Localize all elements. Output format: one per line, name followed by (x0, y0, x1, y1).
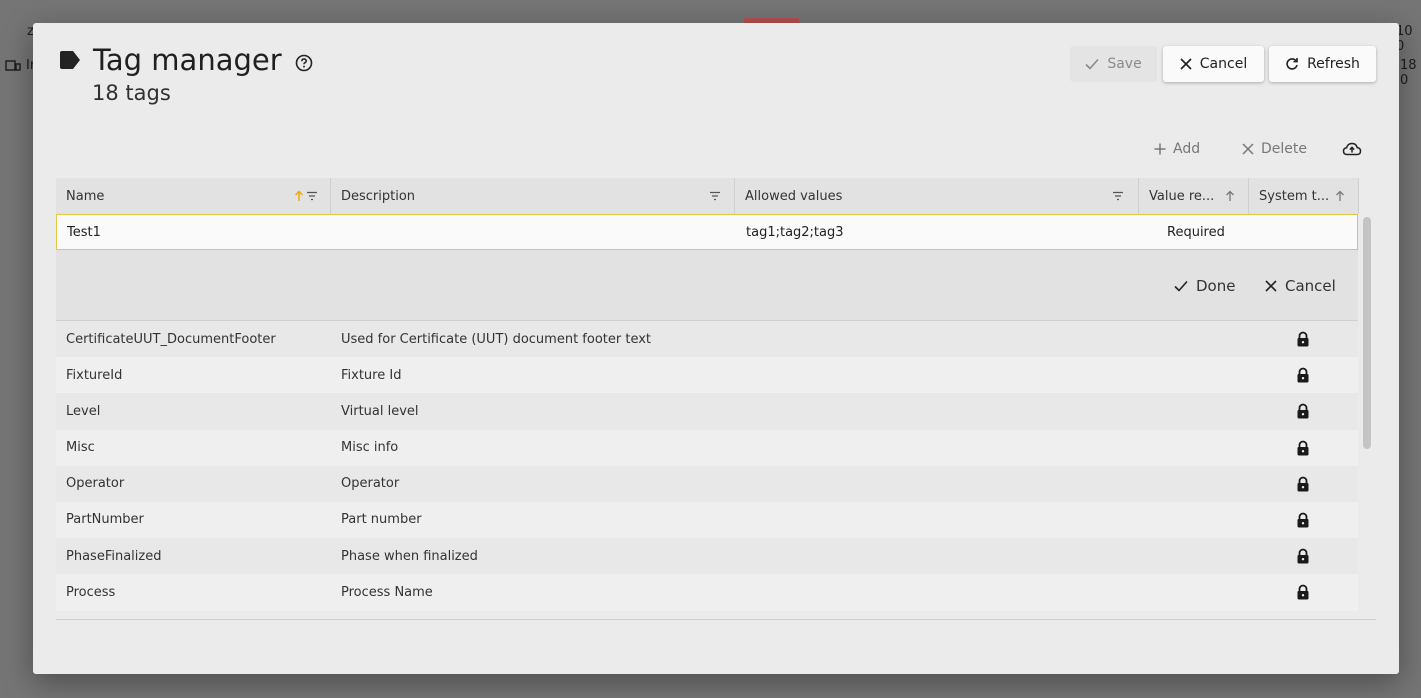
lock-icon (1297, 440, 1309, 456)
add-button-label: Add (1173, 141, 1201, 157)
tag-name: Process (66, 584, 116, 600)
column-header-value-required[interactable]: Value re... (1139, 178, 1249, 214)
tag-manager-dialog: Tag manager 18 tags Save Cancel Refresh … (33, 23, 1399, 674)
grid-header: Name Description Allowed values Value re… (56, 178, 1359, 215)
save-button[interactable]: Save (1070, 46, 1157, 82)
filter-icon[interactable] (1112, 190, 1124, 202)
refresh-button[interactable]: Refresh (1269, 46, 1376, 82)
column-header-name[interactable]: Name (56, 178, 331, 214)
lock-icon (1297, 476, 1309, 492)
lock-icon (1297, 367, 1309, 383)
save-button-label: Save (1107, 56, 1142, 72)
table-row[interactable]: Misc Misc info (56, 429, 1358, 466)
edit-actions: Done Cancel (56, 250, 1358, 321)
close-icon (1180, 58, 1192, 70)
table-row[interactable]: PartNumber Part number (56, 501, 1358, 539)
tag-description: Process Name (341, 584, 433, 600)
tag-name: Operator (66, 476, 125, 492)
dialog-title: Tag manager (93, 43, 282, 77)
filter-icon[interactable] (306, 190, 318, 202)
edit-name-field[interactable]: Test1 (67, 215, 101, 249)
tag-description: Phase when finalized (341, 548, 478, 564)
column-header-allowed-values[interactable]: Allowed values (735, 178, 1139, 214)
cancel-button[interactable]: Cancel (1163, 46, 1264, 82)
filter-icon[interactable] (709, 190, 721, 202)
close-icon (1265, 280, 1277, 292)
column-header-system-tag[interactable]: System t... (1249, 178, 1359, 214)
refresh-icon (1286, 58, 1298, 70)
table-row[interactable]: Level Virtual level (56, 393, 1358, 430)
tag-name: FixtureId (66, 367, 123, 383)
lock-icon (1297, 512, 1309, 528)
tag-name: Misc (66, 440, 95, 456)
tag-name: PartNumber (66, 512, 144, 528)
check-icon (1174, 280, 1188, 292)
delete-button-label: Delete (1261, 141, 1307, 157)
table-row[interactable]: PhaseFinalized Phase when finalized (56, 538, 1358, 575)
cloud-upload-icon[interactable] (1342, 139, 1362, 159)
add-button[interactable]: Add (1154, 138, 1200, 160)
help-icon[interactable] (295, 54, 313, 72)
refresh-button-label: Refresh (1307, 56, 1360, 72)
tag-description: Fixture Id (341, 367, 402, 383)
tags-grid: Name Description Allowed values Value re… (56, 178, 1376, 620)
table-row[interactable]: FixtureId Fixture Id (56, 357, 1358, 394)
edit-allowed-values-field[interactable]: tag1;tag2;tag3 (746, 215, 844, 249)
lock-icon (1297, 331, 1309, 347)
grid-scrollbar[interactable] (1363, 217, 1371, 449)
background-device-icon (5, 60, 21, 76)
table-row[interactable]: CertificateUUT_DocumentFooter Used for C… (56, 321, 1358, 358)
column-header-label: Allowed values (745, 188, 843, 204)
delete-button[interactable]: Delete (1242, 138, 1307, 160)
plus-icon (1154, 143, 1166, 155)
edit-row[interactable]: Test1 tag1;tag2;tag3 Required (56, 214, 1358, 250)
column-header-label: Value re... (1149, 188, 1215, 204)
tag-description: Misc info (341, 440, 399, 456)
tag-description: Virtual level (341, 403, 419, 419)
cancel-edit-button-label: Cancel (1285, 277, 1336, 295)
background-text: 18 0 (1400, 58, 1417, 88)
column-header-label: System t... (1259, 188, 1330, 204)
done-button[interactable]: Done (1174, 276, 1235, 296)
tag-rows: CertificateUUT_DocumentFooter Used for C… (56, 321, 1358, 611)
cancel-button-label: Cancel (1199, 56, 1248, 72)
tag-name: PhaseFinalized (66, 548, 162, 564)
lock-icon (1297, 548, 1309, 564)
sort-icon[interactable] (1335, 190, 1345, 202)
tag-description: Part number (341, 512, 422, 528)
tag-description: Used for Certificate (UUT) document foot… (341, 331, 652, 347)
background-text: 10 0 (1396, 24, 1413, 54)
column-header-label: Name (66, 188, 105, 204)
tag-icon (60, 51, 80, 69)
edit-value-required-select[interactable]: Required (1167, 215, 1225, 249)
lock-icon (1297, 584, 1309, 600)
table-row[interactable]: Process Process Name (56, 574, 1358, 611)
tag-name: Level (66, 403, 101, 419)
cancel-edit-button[interactable]: Cancel (1265, 276, 1336, 296)
close-icon (1242, 143, 1254, 155)
done-button-label: Done (1196, 277, 1236, 295)
column-header-description[interactable]: Description (331, 178, 735, 214)
tag-name: CertificateUUT_DocumentFooter (66, 331, 276, 347)
sort-ascending-icon[interactable] (294, 190, 304, 202)
sort-icon[interactable] (1225, 190, 1235, 202)
lock-icon (1297, 403, 1309, 419)
grid-bottom-border (56, 619, 1376, 620)
check-icon (1085, 58, 1099, 70)
tag-description: Operator (341, 476, 400, 492)
table-row[interactable]: Operator Operator (56, 465, 1358, 502)
tag-count: 18 tags (92, 81, 171, 105)
column-header-label: Description (341, 188, 416, 204)
